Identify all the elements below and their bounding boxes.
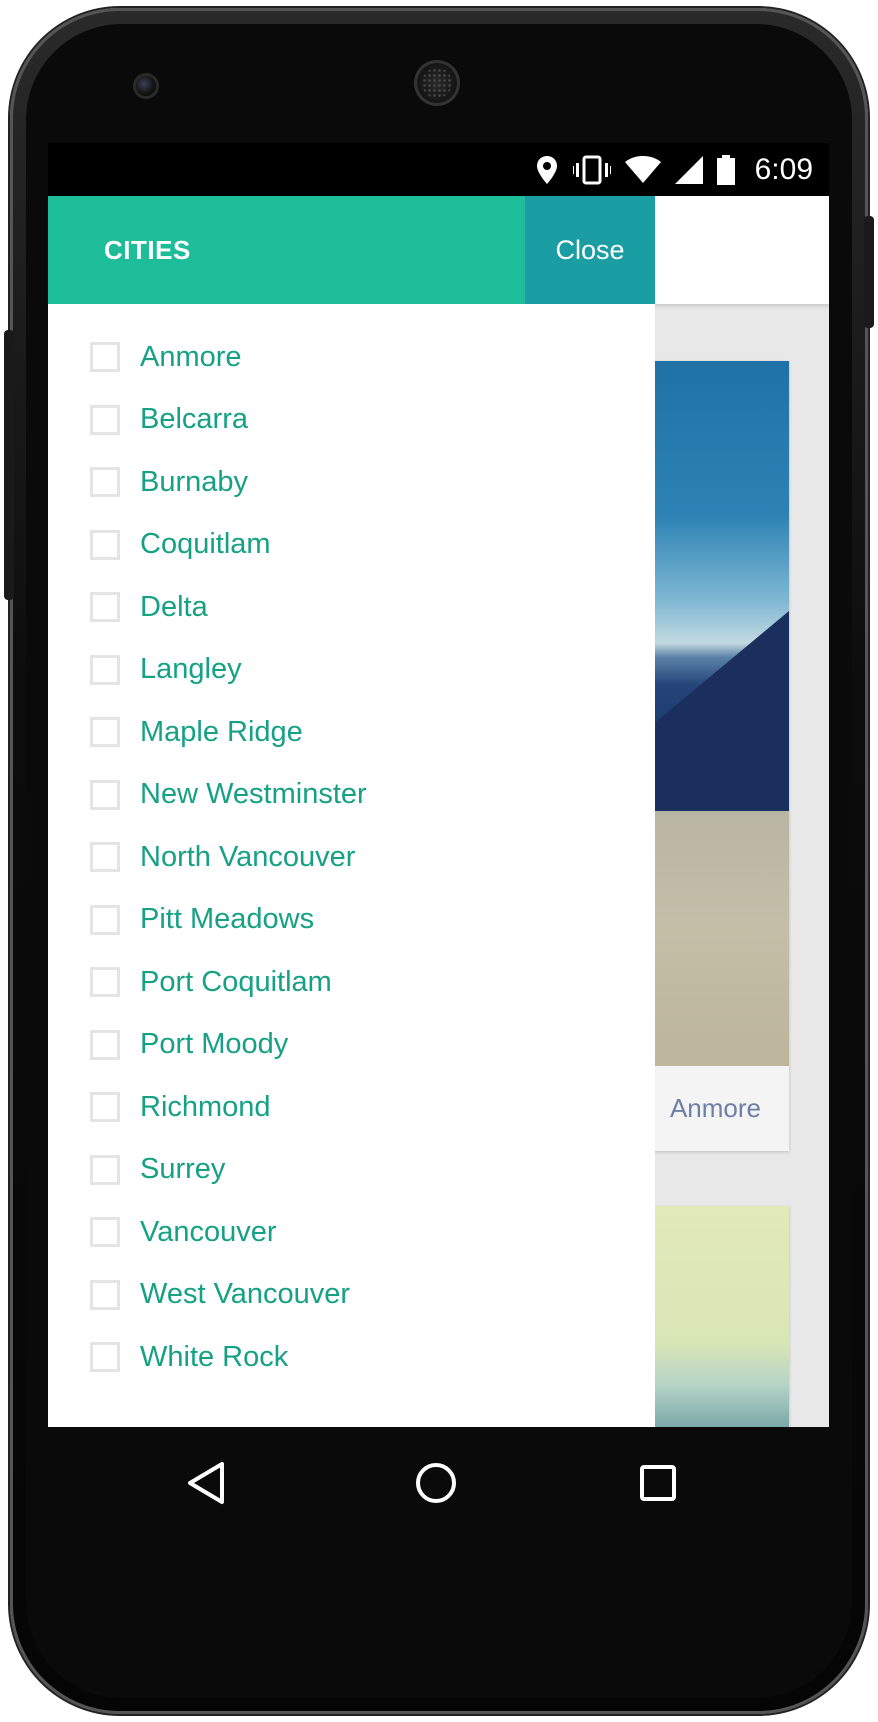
city-item[interactable]: Burnaby xyxy=(90,462,248,502)
city-item[interactable]: Langley xyxy=(90,650,242,690)
city-item[interactable]: Vancouver xyxy=(90,1212,277,1252)
city-checkbox[interactable] xyxy=(90,1092,120,1122)
city-checkbox[interactable] xyxy=(90,842,120,872)
city-checkbox[interactable] xyxy=(90,779,120,810)
city-label: Pitt Meadows xyxy=(140,903,315,935)
city-checkbox[interactable] xyxy=(90,592,120,622)
city-label: North Vancouver xyxy=(140,840,356,873)
city-checkbox[interactable] xyxy=(90,717,120,747)
city-label: Belcarra xyxy=(140,403,248,435)
city-checkbox[interactable] xyxy=(90,404,120,435)
city-item[interactable]: Surrey xyxy=(90,1150,225,1190)
city-checkbox[interactable] xyxy=(90,654,120,685)
earpiece-speaker xyxy=(414,60,460,106)
city-item[interactable]: Coquitlam xyxy=(90,525,271,565)
city-item[interactable]: Port Coquitlam xyxy=(90,962,332,1002)
city-checkbox[interactable] xyxy=(90,342,120,372)
drawer-title: CITIES xyxy=(104,235,191,265)
city-label: Vancouver xyxy=(140,1215,277,1248)
city-item[interactable]: Anmore xyxy=(90,337,242,377)
city-item[interactable]: Maple Ridge xyxy=(90,712,303,752)
front-camera xyxy=(136,76,156,96)
city-label: New Westminster xyxy=(140,778,367,810)
recents-icon[interactable] xyxy=(638,1463,678,1503)
city-item[interactable]: Richmond xyxy=(90,1087,271,1127)
city-item[interactable]: Port Moody xyxy=(90,1025,288,1065)
drawer-header: CITIES Close xyxy=(48,196,655,304)
city-label: Port Moody xyxy=(140,1028,289,1060)
city-item[interactable]: Belcarra xyxy=(90,400,248,440)
battery-icon xyxy=(716,154,735,185)
close-button[interactable]: Close xyxy=(525,196,655,304)
city-checkbox[interactable] xyxy=(90,467,120,497)
city-label: Burnaby xyxy=(140,465,249,498)
location-icon xyxy=(535,155,559,185)
city-checkbox[interactable] xyxy=(90,529,120,560)
navigation-bar xyxy=(48,1427,829,1539)
city-checkbox[interactable] xyxy=(90,1217,120,1247)
city-checkbox[interactable] xyxy=(90,1279,120,1310)
city-label: Delta xyxy=(140,590,208,623)
city-label: Maple Ridge xyxy=(140,715,303,748)
cities-drawer: CITIES Close Anmore Belcarra Burnaby Coquit… xyxy=(48,196,655,1427)
volume-button xyxy=(864,216,874,328)
wifi-icon xyxy=(624,155,661,184)
city-checkbox[interactable] xyxy=(90,1154,120,1185)
back-icon[interactable] xyxy=(186,1461,226,1505)
city-item[interactable]: Delta xyxy=(90,587,208,627)
city-checkbox[interactable] xyxy=(90,904,120,935)
city-item[interactable]: North Vancouver xyxy=(90,837,355,877)
city-checkbox[interactable] xyxy=(90,1342,120,1372)
city-label: Anmore xyxy=(140,340,242,373)
home-icon[interactable] xyxy=(414,1461,458,1505)
power-button xyxy=(4,330,14,600)
city-label: Port Coquitlam xyxy=(140,965,332,998)
city-checkbox[interactable] xyxy=(90,1029,120,1060)
city-label: Surrey xyxy=(140,1153,226,1185)
city-label: Richmond xyxy=(140,1090,271,1123)
status-bar: 6:09 xyxy=(48,143,829,196)
vibrate-icon xyxy=(572,155,611,185)
signal-icon xyxy=(674,155,703,184)
city-item[interactable]: West Vancouver xyxy=(90,1275,350,1315)
city-label: White Rock xyxy=(140,1340,289,1373)
status-time: 6:09 xyxy=(754,152,813,186)
city-item[interactable]: White Rock xyxy=(90,1337,288,1377)
city-item[interactable]: Pitt Meadows xyxy=(90,900,314,940)
city-label: Langley xyxy=(140,653,242,685)
city-label: West Vancouver xyxy=(140,1278,351,1310)
city-item[interactable]: New Westminster xyxy=(90,775,367,815)
city-checkbox[interactable] xyxy=(90,967,120,997)
screen: 6:09 Anmore CITIES Close Anmore Belcarra B… xyxy=(48,143,829,1427)
city-label: Coquitlam xyxy=(140,528,271,560)
